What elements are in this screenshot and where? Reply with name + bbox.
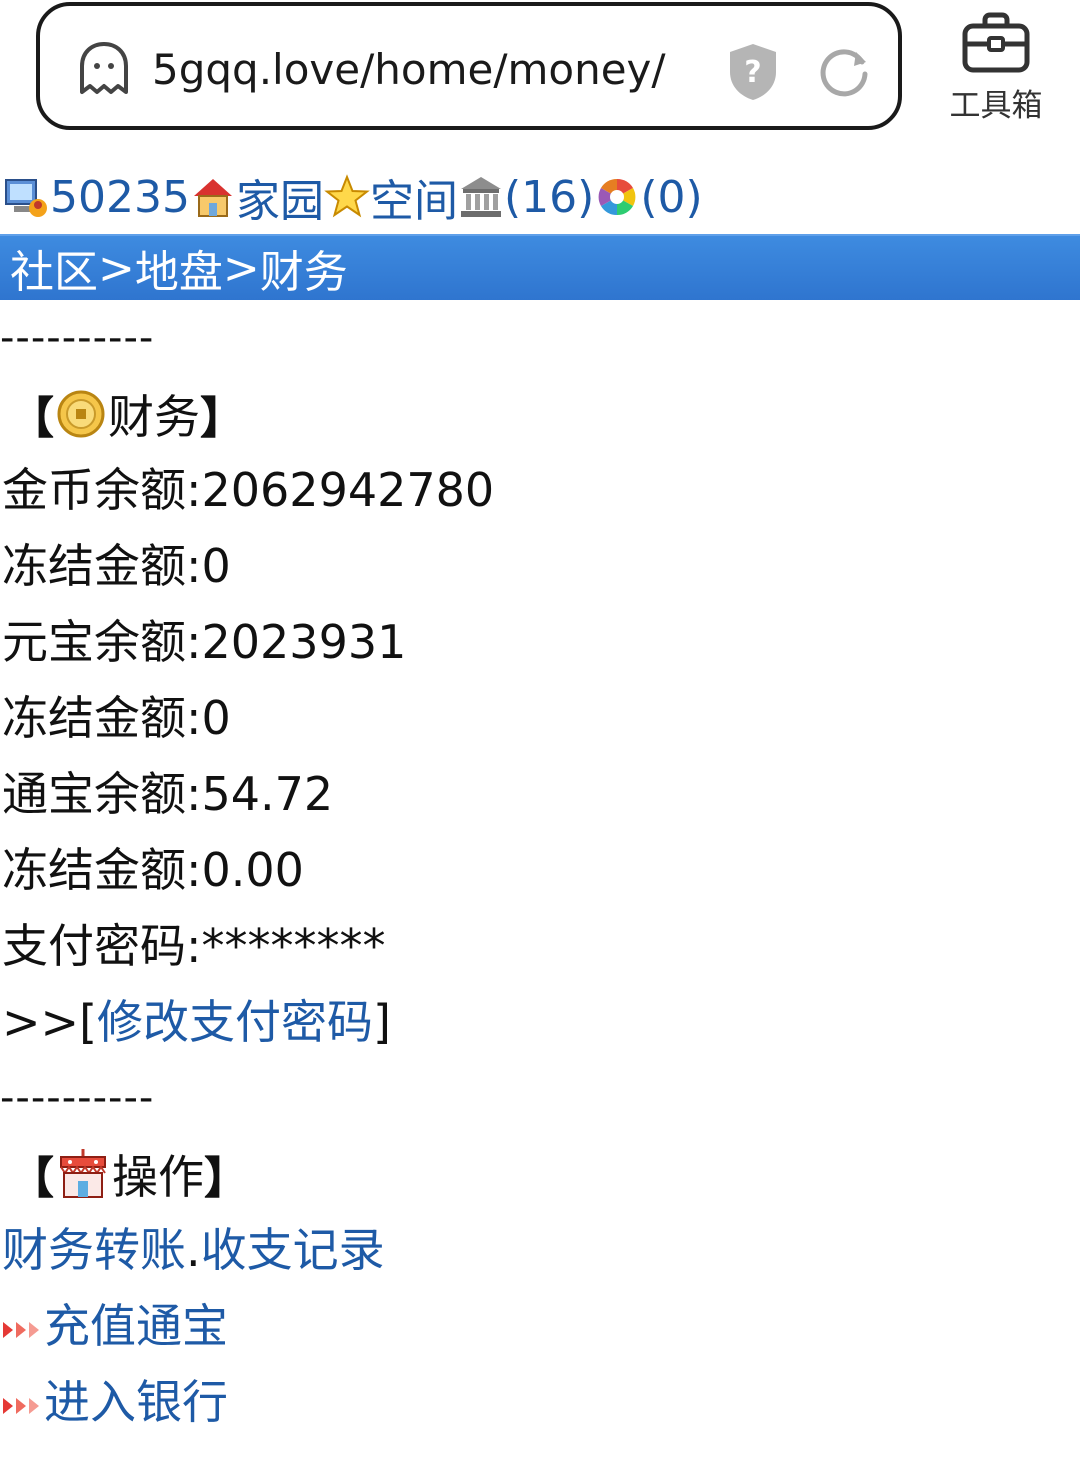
gold-balance-row: 金币余额:2062942780: [0, 452, 1080, 528]
bank-icon: [460, 177, 501, 217]
income-records-link[interactable]: 收支记录: [201, 1223, 385, 1277]
link-separator-dot: .: [186, 1223, 201, 1277]
pay-password-row: 支付密码:********: [0, 908, 1080, 984]
breadcrumb: 社区 > 地盘 > 财务: [0, 234, 1080, 300]
row-label: 元宝余额:: [2, 615, 202, 669]
row-value: 0: [201, 691, 231, 745]
row-value: 2062942780: [201, 463, 495, 517]
bank-row: 进入银行: [0, 1364, 1080, 1440]
gold-frozen-row: 冻结金额:0: [0, 528, 1080, 604]
enter-bank-link[interactable]: 进入银行: [44, 1375, 228, 1429]
row-label: 冻结金额:: [2, 539, 202, 593]
red-arrows-icon: [3, 1321, 39, 1338]
breadcrumb-separator: >: [222, 242, 260, 294]
space-link[interactable]: 空间: [370, 165, 458, 229]
ops-section-title: 【 操作 】: [0, 1136, 1080, 1212]
address-bar[interactable]: 5gqq.love/home/money/ ?: [36, 2, 902, 130]
recharge-row: 充值通宝: [0, 1288, 1080, 1364]
row-value: 0: [201, 539, 231, 593]
bank-count-link[interactable]: (16): [504, 172, 594, 223]
svg-text:?: ?: [744, 55, 761, 90]
tongbao-frozen-row: 冻结金额:0.00: [0, 832, 1080, 908]
user-computer-icon: [5, 179, 47, 217]
transfer-records-row: 财务转账.收支记录: [0, 1212, 1080, 1288]
row-value: 0.00: [201, 843, 304, 897]
row-label: 通宝余额:: [2, 767, 202, 821]
user-id-link[interactable]: 50235: [50, 172, 190, 223]
change-pay-password-link[interactable]: 修改支付密码: [97, 995, 373, 1049]
message-count-link[interactable]: (0): [640, 172, 702, 223]
change-prefix: >>[: [2, 995, 98, 1049]
row-value: ********: [201, 919, 386, 973]
bracket-close: 】: [200, 393, 244, 444]
breadcrumb-separator: >: [98, 242, 135, 294]
page-content: 50235 家园 空间 (16) (0) 社区 > 地盘 > 财务 ------…: [0, 160, 1080, 1440]
finance-title: 财务: [108, 390, 200, 444]
ops-title: 操作: [112, 1150, 204, 1204]
top-nav: 50235 家园 空间 (16) (0): [0, 160, 1080, 234]
change-password-row: >>[修改支付密码]: [0, 984, 1080, 1060]
divider: ----------: [0, 315, 155, 361]
toolbox-icon: [962, 12, 1030, 73]
browser-toolbar: 5gqq.love/home/money/ ? 工具箱: [0, 0, 1080, 150]
divider: ----------: [0, 1075, 155, 1121]
recharge-tongbao-link[interactable]: 充值通宝: [44, 1299, 228, 1353]
row-value: 54.72: [201, 767, 334, 821]
bracket-open: 【: [10, 393, 54, 444]
star-icon: [324, 174, 370, 218]
breadcrumb-community[interactable]: 社区: [10, 236, 98, 300]
row-value: 2023931: [201, 615, 407, 669]
shop-icon: [60, 1149, 106, 1198]
tongbao-balance-row: 通宝余额:54.72: [0, 756, 1080, 832]
yuanbao-frozen-row: 冻结金额:0: [0, 680, 1080, 756]
row-label: 冻结金额:: [2, 691, 202, 745]
shield-question-icon[interactable]: ?: [726, 42, 780, 102]
row-label: 金币余额:: [2, 463, 202, 517]
bracket-open: 【: [10, 1153, 54, 1204]
breadcrumb-territory[interactable]: 地盘: [135, 236, 223, 300]
row-label: 支付密码:: [2, 919, 202, 973]
gold-coin-icon: [57, 390, 105, 438]
finance-section-title: 【 财务 】: [0, 376, 1080, 452]
home-link[interactable]: 家园: [236, 165, 324, 229]
reload-icon[interactable]: [816, 44, 872, 100]
ghost-icon[interactable]: [74, 40, 134, 100]
toolbox-label: 工具箱: [949, 88, 1043, 124]
red-arrows-icon: [3, 1397, 39, 1414]
url-text[interactable]: 5gqq.love/home/money/: [152, 40, 666, 100]
breadcrumb-finance: 财务: [259, 247, 348, 298]
colorful-wheel-icon: [598, 178, 636, 216]
yuanbao-balance-row: 元宝余额:2023931: [0, 604, 1080, 680]
change-suffix: ]: [373, 995, 391, 1049]
home-icon: [193, 179, 232, 217]
bracket-close: 】: [204, 1153, 248, 1204]
row-label: 冻结金额:: [2, 843, 202, 897]
toolbox-button[interactable]: 工具箱: [930, 8, 1062, 138]
finance-transfer-link[interactable]: 财务转账: [2, 1223, 186, 1277]
